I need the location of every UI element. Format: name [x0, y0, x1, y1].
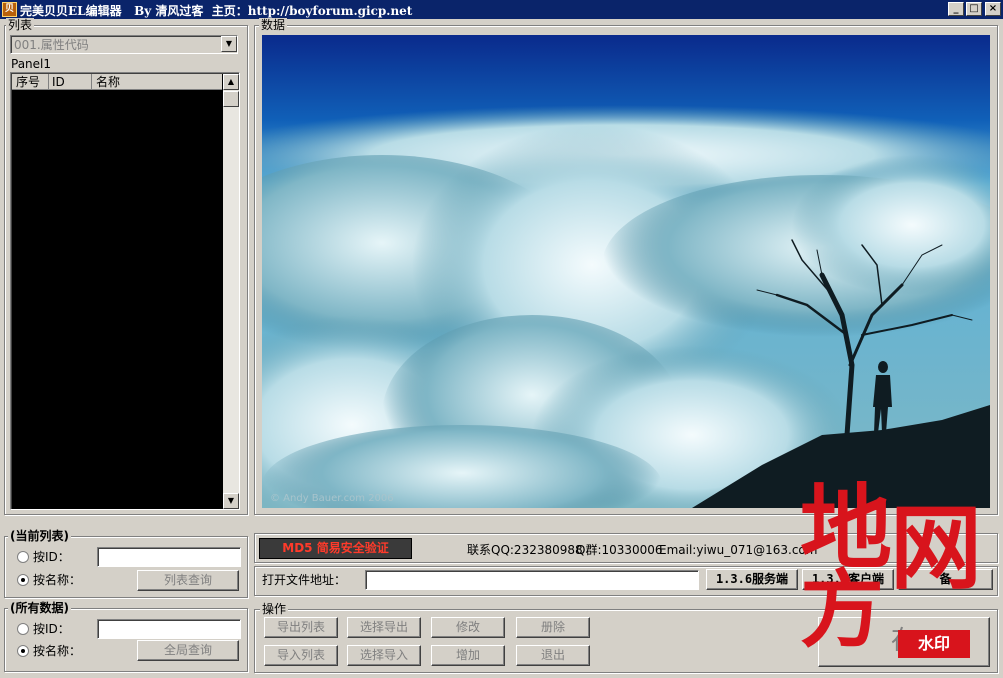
column-header-id[interactable]: ID — [52, 75, 65, 89]
list-header: 序号 ID 名称 — [12, 74, 222, 90]
contact-email: Email:yiwu_071@163.com — [659, 543, 818, 557]
file-path-input[interactable] — [365, 570, 699, 590]
md5-badge: MD5 简易安全验证 — [259, 538, 412, 559]
current-list-by-id-radio[interactable] — [17, 551, 29, 563]
sky-landscape-image: © Andy Bauer.com 2006 — [262, 35, 990, 508]
maximize-button[interactable]: □ — [966, 2, 982, 16]
list-group-label: 列表 — [6, 18, 35, 32]
select-import-button[interactable]: 选择导入 — [347, 645, 421, 666]
data-group-label: 数据 — [259, 18, 288, 32]
modify-button[interactable]: 修改 — [431, 617, 505, 638]
all-data-by-id-label: 按ID： — [33, 622, 70, 636]
all-data-label: (所有数据) — [8, 601, 71, 615]
export-list-button[interactable]: 导出列表 — [264, 617, 338, 638]
import-list-button[interactable]: 导入列表 — [264, 645, 338, 666]
scroll-thumb[interactable] — [223, 91, 239, 107]
group-q: Q群:10330006 — [576, 543, 663, 557]
current-list-by-name-label: 按名称： — [33, 573, 82, 587]
contact-qq: 联系QQ:232380988 — [467, 543, 583, 557]
sky-landscape-svg: © Andy Bauer.com 2006 — [262, 35, 990, 508]
select-export-button[interactable]: 选择导出 — [347, 617, 421, 638]
all-data-by-id-radio[interactable] — [17, 623, 29, 635]
scroll-down-icon[interactable]: ▼ — [223, 493, 239, 509]
close-button[interactable]: × — [985, 2, 1001, 16]
operations-label: 操作 — [260, 602, 289, 616]
watermark-char-3: 方 — [800, 560, 885, 659]
column-header-name[interactable]: 名称 — [96, 75, 120, 89]
delete-button[interactable]: 册除 — [516, 617, 590, 638]
app-icon: 贝 — [2, 2, 17, 17]
current-list-id-input[interactable] — [97, 547, 241, 567]
panel-caption: Panel1 — [11, 57, 52, 71]
image-caption: © Andy Bauer.com 2006 — [270, 493, 394, 504]
item-list[interactable]: 序号 ID 名称 ▲ ▼ — [10, 72, 240, 510]
scroll-up-icon[interactable]: ▲ — [223, 74, 239, 90]
watermark-stamp: 水印 — [898, 630, 970, 658]
list-scrollbar[interactable]: ▲ ▼ — [223, 74, 239, 509]
current-list-by-id-label: 按ID： — [33, 550, 70, 564]
category-combo[interactable]: 001.属性代码 ▼ — [10, 35, 238, 54]
list-query-button[interactable]: 列表查询 — [137, 570, 239, 591]
watermark-char-2: 网 — [890, 494, 983, 602]
all-data-by-name-label: 按名称： — [33, 644, 82, 658]
category-combo-value: 001.属性代码 — [14, 38, 89, 52]
server-136-button[interactable]: 1.3.6服务端 — [706, 569, 798, 590]
current-list-label: (当前列表) — [8, 529, 71, 543]
current-list-by-name-radio[interactable] — [17, 574, 29, 586]
combo-dropdown-icon[interactable]: ▼ — [221, 36, 237, 52]
minimize-button[interactable]: _ — [948, 2, 964, 16]
open-file-label: 打开文件地址： — [262, 573, 347, 587]
global-query-button[interactable]: 全局查询 — [137, 640, 239, 661]
window-title: 完美贝贝EL编辑器 By 清风过客 主页：http://boyforum.gic… — [20, 4, 413, 18]
title-bar: 贝 完美贝贝EL编辑器 By 清风过客 主页：http://boyforum.g… — [0, 0, 1003, 19]
column-header-index[interactable]: 序号 — [16, 75, 40, 89]
all-data-by-name-radio[interactable] — [17, 645, 29, 657]
exit-button[interactable]: 退出 — [516, 645, 590, 666]
add-button[interactable]: 增加 — [431, 645, 505, 666]
all-data-id-input[interactable] — [97, 619, 241, 639]
